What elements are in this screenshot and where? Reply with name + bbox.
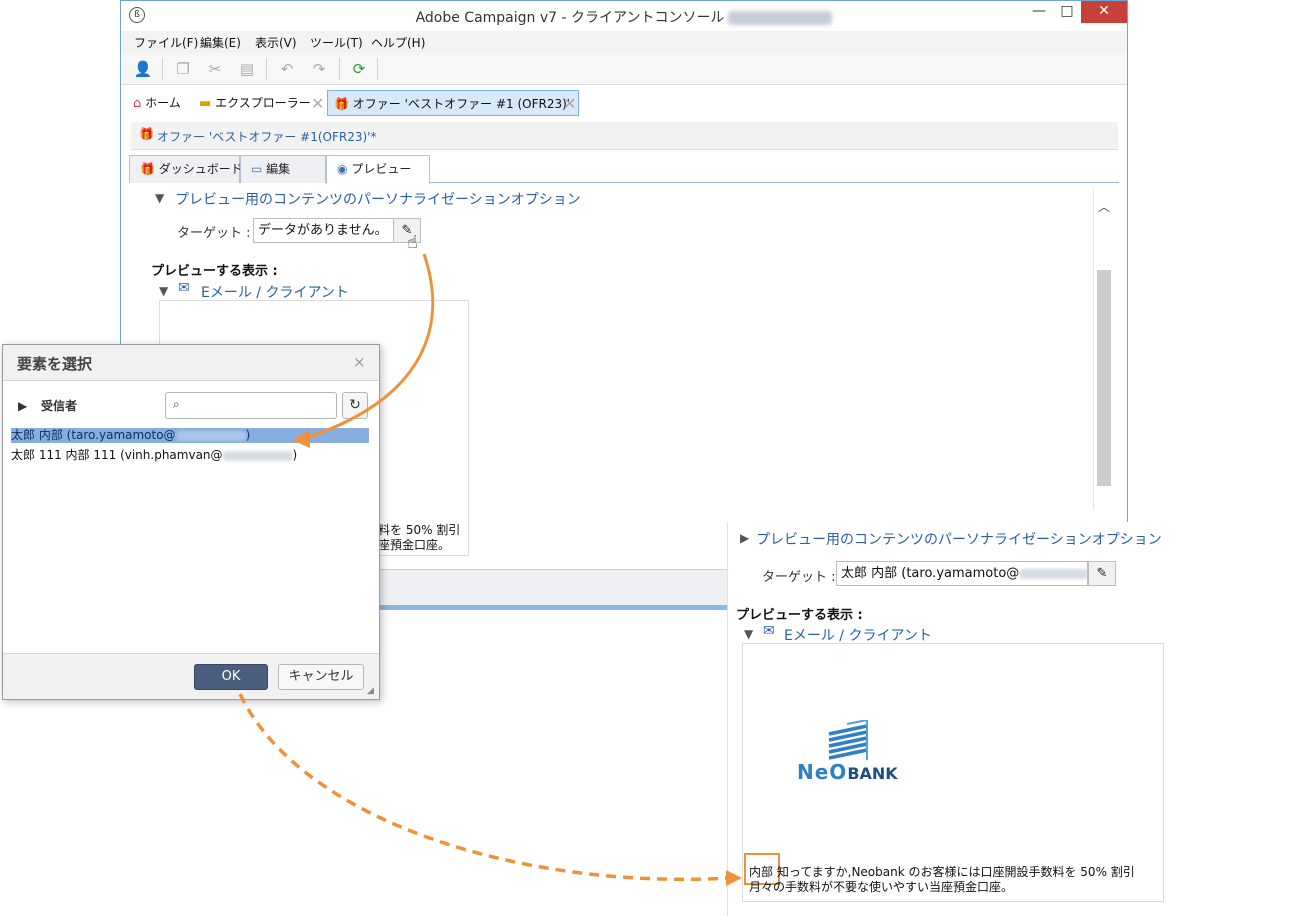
- annotation-arrows: [238, 253, 742, 886]
- arrow-to-recipient: [305, 253, 435, 440]
- arrow-head: [726, 870, 742, 886]
- arrow-head: [292, 430, 310, 448]
- arrow-to-result: [238, 693, 731, 882]
